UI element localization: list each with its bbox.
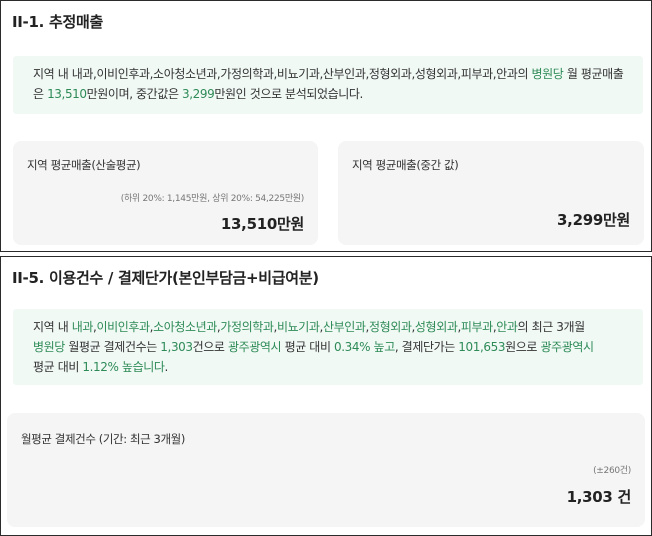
summary-text: 만원이며, 중간값은 (86, 87, 183, 101)
median-sales-value: 3,299만원 (557, 211, 630, 229)
summary-text: 원으로 (505, 340, 541, 354)
specialty-item: 피부과 (460, 320, 493, 334)
summary-avg-value: 13,510 (47, 87, 87, 101)
usage-count-title: II-5. 이용건수 / 결제단가(본인부담금+비급여분) (12, 269, 319, 287)
specialty-item: 비뇨기과 (276, 320, 320, 334)
specialty-item: 산부인과 (322, 320, 366, 334)
summary-text: , 결제단가는 (394, 340, 459, 354)
summary-text: . (164, 360, 169, 374)
mean-sales-range: (하위 20%: 1,145만원, 상위 20%: 54,225만원) (120, 194, 305, 204)
specialty-item: 안과 (496, 320, 518, 334)
monthly-count-range: (±260건) (593, 466, 631, 476)
mean-sales-card: 지역 평균매출(산술평균) (하위 20%: 1,145만원, 상위 20%: … (13, 141, 318, 245)
summary-price-diff: 1.12% 높습니다 (82, 360, 165, 374)
estimated-sales-summary: 지역 내 내과,이비인후과,소아청소년과,가정의학과,비뇨기과,산부인과,정형외… (13, 56, 643, 114)
summary-count-diff: 0.34% 높고 (334, 340, 395, 354)
summary-type: 병원당 (531, 67, 564, 81)
estimated-sales-panel: II-1. 추정매출 지역 내 내과,이비인후과,소아청소년과,가정의학과,비뇨… (0, 0, 652, 252)
summary-price-value: 101,653 (458, 340, 506, 354)
summary-text: 건으로 (192, 340, 228, 354)
summary-text: 지역 내 내과,이비인후과,소아청소년과,가정의학과,비뇨기과,산부인과,정형외… (33, 67, 532, 81)
summary-text: 의 최근 3개월 (517, 320, 586, 334)
specialty-item: 이비인후과 (96, 320, 150, 334)
usage-count-panel: II-5. 이용건수 / 결제단가(본인부담금+비급여분) 지역 내 내과,이비… (0, 256, 652, 536)
mean-sales-value: 13,510만원 (220, 215, 304, 233)
summary-type: 병원당 (33, 340, 65, 354)
specialty-item: 정형외과 (368, 320, 412, 334)
summary-text: 평균 대비 (281, 340, 335, 354)
mean-sales-label: 지역 평균매출(산술평균) (27, 158, 141, 172)
specialty-list: 내과,이비인후과,소아청소년과,가정의학과,비뇨기과,산부인과,정형외과,성형외… (72, 320, 518, 334)
summary-text: 지역 내 (33, 320, 72, 334)
summary-text: 월평균 결제건수는 (64, 340, 161, 354)
summary-region: 광주광역시 (228, 340, 282, 354)
estimated-sales-title: II-1. 추정매출 (12, 13, 103, 31)
median-sales-label: 지역 평균매출(중간 값) (352, 158, 459, 172)
monthly-count-card: 월평균 결제건수 (기간: 최근 3개월) (±260건) 1,303 건 (7, 413, 645, 527)
specialty-item: 가정의학과 (220, 320, 274, 334)
summary-region: 광주광역시 (540, 340, 594, 354)
summary-count-value: 1,303 (160, 340, 193, 354)
summary-text: 평균 대비 (33, 360, 83, 374)
monthly-count-value: 1,303 건 (566, 488, 632, 506)
median-sales-card: 지역 평균매출(중간 값) 3,299만원 (338, 141, 644, 245)
summary-text: 만원인 것으로 분석되었습니다. (214, 87, 363, 101)
specialty-item: 성형외과 (414, 320, 458, 334)
specialty-item: 내과 (71, 320, 94, 334)
monthly-count-label: 월평균 결제건수 (기간: 최근 3개월) (21, 432, 185, 446)
summary-median-value: 3,299 (182, 87, 215, 101)
usage-count-summary: 지역 내 내과,이비인후과,소아청소년과,가정의학과,비뇨기과,산부인과,정형외… (13, 309, 643, 385)
specialty-item: 소아청소년과 (153, 320, 217, 334)
